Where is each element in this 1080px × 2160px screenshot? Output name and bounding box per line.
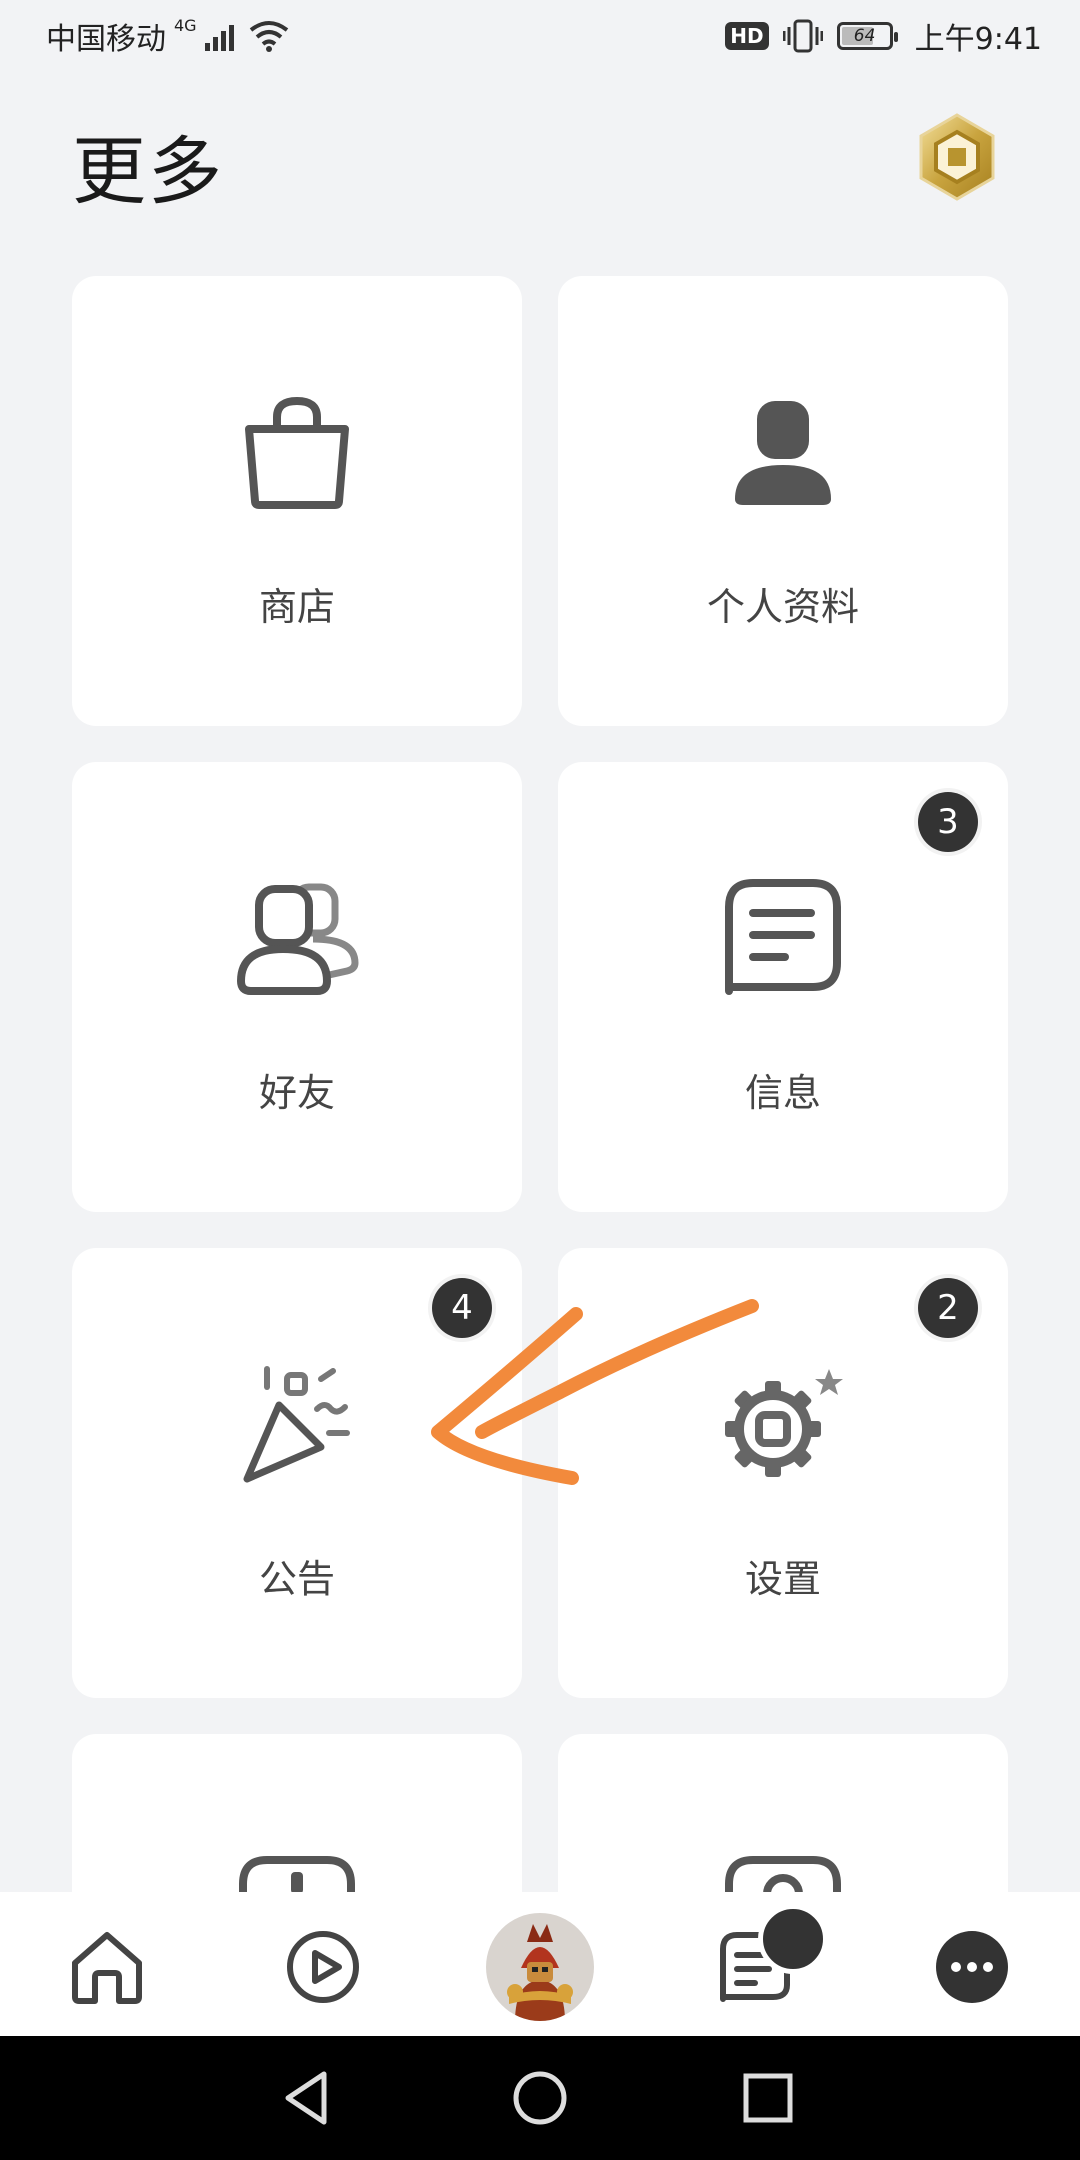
tile-store[interactable]: 商店	[72, 276, 522, 726]
nav-more[interactable]	[917, 1912, 1027, 2022]
person-icon	[735, 401, 831, 505]
wifi-icon	[249, 21, 288, 52]
nav-chat[interactable]	[700, 1904, 828, 2022]
more-page: 中国移动 4G HD 64 上午9:41 更多 商店 个人资料 好友 3 信息 …	[0, 0, 1080, 2160]
notification-dot	[758, 1904, 828, 1974]
robux-button[interactable]	[912, 112, 1002, 202]
back-triangle-icon	[285, 2071, 327, 2125]
carrier-label: 中国移动	[46, 22, 166, 57]
notification-badge: 3	[918, 792, 978, 852]
notification-badge: 2	[918, 1278, 978, 1338]
tile-icon	[725, 1856, 841, 1894]
home-icon	[72, 1932, 142, 2004]
vibrate-icon	[782, 19, 823, 53]
nav-home[interactable]	[52, 1912, 162, 2022]
status-bar: 中国移动 4G HD 64 上午9:41	[0, 0, 1080, 72]
message-icon	[725, 879, 841, 995]
shopping-bag-icon	[245, 396, 349, 509]
tile-label: 个人资料	[706, 585, 859, 629]
network-type: 4G	[174, 16, 197, 35]
tile-label: 信息	[744, 1071, 821, 1115]
home-circle-icon	[513, 2071, 567, 2125]
recents-square-icon	[743, 2073, 793, 2123]
status-right: HD 64 上午9:41	[725, 12, 1042, 60]
battery-icon: 64	[836, 22, 898, 50]
system-recents-button[interactable]	[728, 2058, 808, 2138]
page-title: 更多	[72, 129, 224, 215]
tile-icon	[239, 1856, 355, 1894]
battery-level: 64	[853, 26, 876, 46]
notification-badge: 4	[432, 1278, 492, 1338]
party-popper-icon	[243, 1366, 350, 1483]
hd-indicator: HD	[725, 22, 769, 50]
robux-icon	[919, 113, 995, 201]
tile-label: 好友	[258, 1071, 335, 1115]
more-icon	[936, 1931, 1008, 2003]
play-icon	[287, 1931, 359, 2003]
tile-settings[interactable]: 2 设置	[558, 1248, 1008, 1698]
gear-icon	[725, 1369, 843, 1477]
tile-messages[interactable]: 3 信息	[558, 762, 1008, 1212]
clock: 上午9:41	[914, 22, 1042, 57]
system-home-button[interactable]	[500, 2058, 580, 2138]
signal-icon	[204, 25, 234, 51]
status-left: 中国移动 4G	[46, 12, 289, 60]
friends-icon	[236, 883, 359, 995]
avatar-icon	[486, 1913, 594, 2021]
tile-friends[interactable]: 好友	[72, 762, 522, 1212]
nav-avatar[interactable]	[485, 1912, 595, 2022]
system-back-button[interactable]	[268, 2058, 348, 2138]
tile-label: 商店	[258, 585, 335, 629]
tile-label: 设置	[744, 1557, 821, 1601]
system-nav-bar	[0, 2036, 1080, 2160]
bottom-nav	[0, 1892, 1080, 2036]
tile-profile[interactable]: 个人资料	[558, 276, 1008, 726]
tile-label: 公告	[258, 1557, 335, 1601]
nav-play[interactable]	[268, 1912, 378, 2022]
tile-announcements[interactable]: 4 公告	[72, 1248, 522, 1698]
